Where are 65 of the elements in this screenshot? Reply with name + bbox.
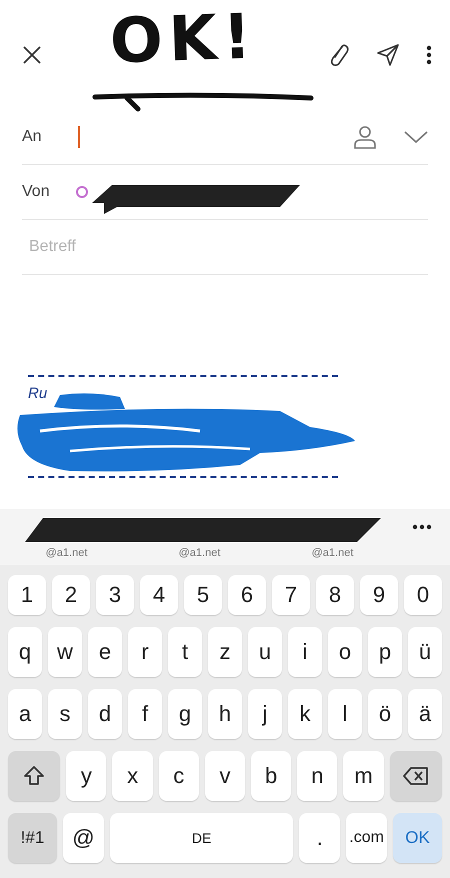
key[interactable]: y — [66, 751, 106, 801]
key[interactable]: d — [88, 689, 122, 739]
key[interactable]: n — [297, 751, 338, 801]
suggestion[interactable]: @a1.net — [266, 547, 399, 559]
key[interactable]: 1 — [8, 575, 46, 615]
key[interactable]: 4 — [140, 575, 178, 615]
key[interactable]: ü — [408, 627, 442, 677]
key[interactable]: 8 — [316, 575, 354, 615]
suggestion[interactable]: @a1.net — [0, 547, 133, 559]
key[interactable]: k — [288, 689, 322, 739]
key[interactable]: w — [48, 627, 82, 677]
key[interactable]: 3 — [96, 575, 134, 615]
key[interactable]: c — [158, 751, 199, 801]
key[interactable]: f — [128, 689, 162, 739]
key[interactable]: ö — [368, 689, 402, 739]
key[interactable]: 9 — [360, 575, 398, 615]
key[interactable]: x — [112, 751, 153, 801]
more-icon[interactable] — [426, 45, 432, 65]
close-icon[interactable] — [22, 45, 42, 65]
key[interactable]: 6 — [228, 575, 266, 615]
handwritten-annotation: OK! — [108, 0, 258, 78]
key[interactable]: 7 — [272, 575, 310, 615]
key[interactable]: j — [248, 689, 282, 739]
key[interactable]: p — [368, 627, 402, 677]
key[interactable]: o — [328, 627, 362, 677]
paperclip-icon[interactable] — [328, 43, 350, 67]
backspace-key[interactable] — [390, 751, 442, 801]
text-cursor — [78, 126, 80, 148]
key[interactable]: l — [328, 689, 362, 739]
key[interactable]: e — [88, 627, 122, 677]
field-label: An — [22, 128, 43, 146]
key[interactable]: i — [288, 627, 322, 677]
key[interactable]: @ — [62, 813, 104, 863]
key[interactable]: m — [343, 751, 384, 801]
key[interactable]: 5 — [184, 575, 222, 615]
field-label: Von — [22, 183, 51, 201]
key[interactable]: a — [8, 689, 42, 739]
suggestion[interactable]: @a1.net — [133, 547, 266, 559]
chevron-down-icon[interactable] — [404, 130, 428, 144]
key[interactable]: b — [251, 751, 292, 801]
key[interactable]: h — [208, 689, 242, 739]
signature-text: Ru — [28, 385, 48, 402]
more-icon[interactable] — [412, 524, 432, 530]
key[interactable]: q — [8, 627, 42, 677]
key[interactable]: .com — [346, 813, 388, 863]
key[interactable]: r — [128, 627, 162, 677]
key[interactable]: v — [204, 751, 246, 801]
space-key[interactable]: DE — [110, 813, 294, 863]
person-icon[interactable] — [352, 124, 378, 150]
key[interactable]: t — [168, 627, 202, 677]
shift-icon — [22, 764, 46, 788]
key[interactable]: . — [299, 813, 340, 863]
key[interactable]: ä — [408, 689, 442, 739]
key[interactable]: u — [248, 627, 282, 677]
shift-key[interactable] — [8, 751, 60, 801]
key[interactable]: z — [208, 627, 242, 677]
backspace-icon — [402, 766, 430, 786]
key[interactable]: 0 — [404, 575, 442, 615]
key[interactable]: g — [168, 689, 202, 739]
send-icon[interactable] — [376, 43, 400, 67]
symbols-key[interactable]: !#1 — [8, 813, 57, 863]
account-dot-icon — [76, 186, 88, 198]
key[interactable]: 2 — [52, 575, 90, 615]
key[interactable]: s — [48, 689, 82, 739]
ok-key[interactable]: OK — [393, 813, 442, 863]
